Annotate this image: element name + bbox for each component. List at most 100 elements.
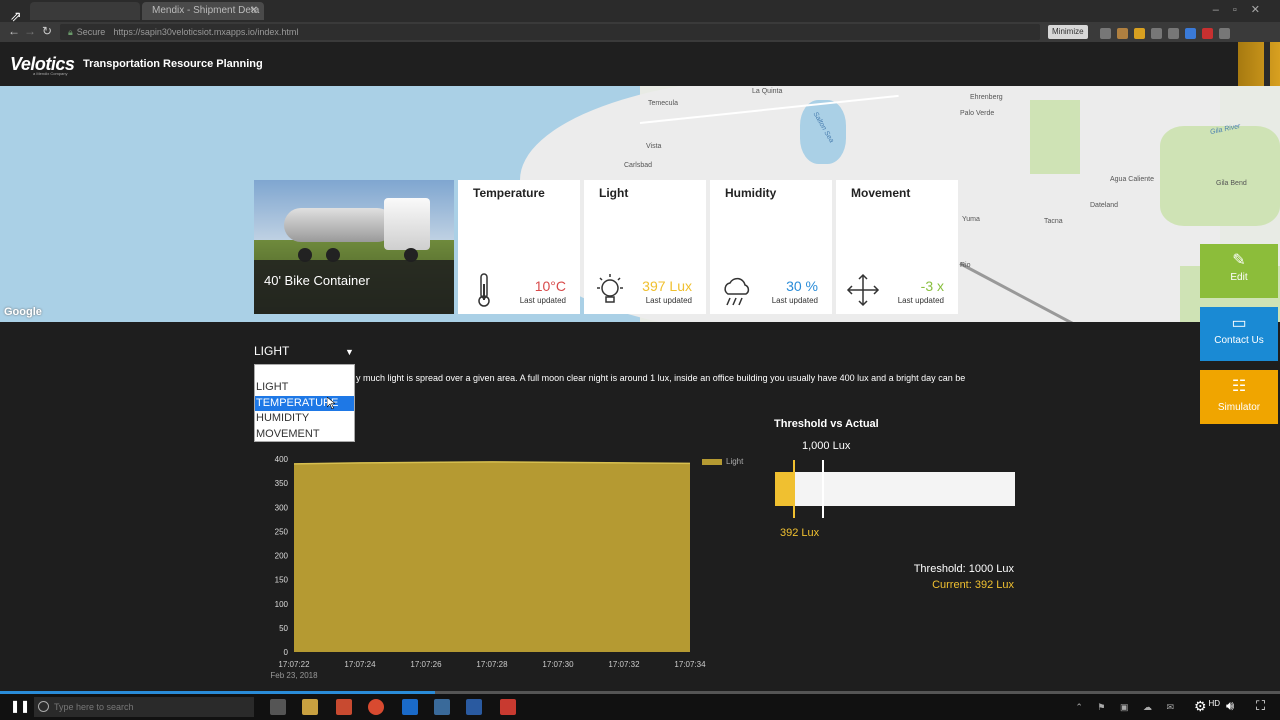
browser-tab-label: Mendix - Shipment Deta bbox=[152, 5, 260, 16]
sensor-card-temperature[interactable]: Temperature 10°C Last updated bbox=[458, 180, 580, 314]
shipment-image-card: 40' Bike Container bbox=[254, 180, 454, 314]
select-option-temperature[interactable]: TEMPERATURE bbox=[255, 395, 354, 411]
y-tick-label: 400 bbox=[275, 455, 289, 464]
hd-badge: HD bbox=[1208, 699, 1220, 708]
outlook-icon[interactable] bbox=[402, 699, 418, 715]
sensor-last-updated: Last updated bbox=[771, 296, 818, 305]
threshold-actual-fill bbox=[775, 472, 794, 506]
taskbar-search[interactable]: Type here to search bbox=[34, 697, 254, 717]
sensor-card-humidity[interactable]: Humidity 30 % Last updated bbox=[710, 180, 832, 314]
header-accent bbox=[1238, 42, 1280, 86]
back-icon[interactable]: ← bbox=[8, 24, 20, 38]
x-tick-label: 17:07:26 bbox=[410, 660, 442, 669]
extension-icon[interactable] bbox=[1151, 28, 1162, 39]
system-tray[interactable]: ⌃ ⚑ ▣ ☁ ✉ bbox=[1075, 702, 1180, 713]
chevron-down-icon[interactable]: ▼ bbox=[345, 347, 354, 357]
y-tick-label: 150 bbox=[275, 576, 289, 585]
extension-icons bbox=[1100, 26, 1236, 39]
truck-tank bbox=[284, 208, 394, 242]
sensor-value: -3 x bbox=[920, 278, 944, 294]
url-text: https://sapin30veloticsiot.mxapps.io/ind… bbox=[113, 27, 299, 37]
x-tick-label: 17:07:34 bbox=[674, 660, 706, 669]
screen: Mendix - Shipment Deta ✕ ‒▫✕ ⇗ ← → ↻ 🔒︎ S… bbox=[0, 0, 1280, 720]
truck-cab bbox=[384, 198, 430, 250]
map-label: La Quinta bbox=[752, 88, 783, 95]
threshold-marker bbox=[822, 460, 824, 518]
select-option-movement[interactable]: MOVEMENT bbox=[255, 427, 354, 443]
sensor-value: 10°C bbox=[534, 278, 566, 294]
app-icon[interactable] bbox=[500, 699, 516, 715]
sensor-value: 397 Lux bbox=[642, 278, 692, 294]
reload-icon[interactable]: ↻ bbox=[42, 24, 52, 38]
y-tick-label: 250 bbox=[275, 527, 289, 536]
actual-marker bbox=[792, 460, 795, 518]
legend-label: Light bbox=[726, 457, 744, 466]
edit-label: Edit bbox=[1230, 272, 1248, 283]
sensor-last-updated: Last updated bbox=[519, 296, 566, 305]
url-field[interactable]: 🔒︎ Secure https://sapin30veloticsiot.mxapp… bbox=[60, 24, 1040, 40]
minimize-button[interactable]: Minimize bbox=[1048, 25, 1088, 39]
light-chart: 0 50 100 150 200 250 300 350 400 17:07:22 17:07:24… bbox=[260, 450, 760, 685]
contact-us-button[interactable]: ▭ Contact Us bbox=[1200, 307, 1278, 361]
extension-icon[interactable] bbox=[1100, 28, 1111, 39]
edit-button[interactable]: ✎ Edit bbox=[1200, 244, 1278, 298]
select-option-humidity[interactable]: HUMIDITY bbox=[255, 411, 354, 427]
extension-icon[interactable] bbox=[1134, 28, 1145, 39]
logo-subtitle: a Mendix Company bbox=[33, 71, 68, 76]
sensor-value: 30 % bbox=[786, 278, 818, 294]
extension-icon[interactable] bbox=[1185, 28, 1196, 39]
settings-gear-icon[interactable]: ⚙ bbox=[1194, 698, 1207, 715]
x-tick-label: 17:07:28 bbox=[476, 660, 508, 669]
extension-icon[interactable] bbox=[1168, 28, 1179, 39]
volume-icon[interactable]: 🔊︎ bbox=[1226, 698, 1234, 714]
map-label: Ehrenberg bbox=[970, 94, 1003, 101]
browser-tab-strip: Mendix - Shipment Deta ✕ ‒▫✕ bbox=[0, 0, 1280, 22]
y-tick-label: 300 bbox=[275, 503, 289, 512]
threshold-current-label: 392 Lux bbox=[780, 527, 820, 539]
task-view-icon[interactable] bbox=[270, 699, 286, 715]
forward-icon[interactable]: → bbox=[24, 24, 36, 38]
app-icon[interactable] bbox=[466, 699, 482, 715]
x-date-label: Feb 23, 2018 bbox=[270, 671, 318, 680]
sensor-title: Humidity bbox=[725, 186, 777, 200]
map-label: Rio bbox=[960, 262, 971, 269]
map-label: Vista bbox=[646, 143, 662, 150]
simulator-button[interactable]: ☷ Simulator bbox=[1200, 370, 1278, 424]
sensor-last-updated: Last updated bbox=[645, 296, 692, 305]
fullscreen-icon[interactable]: ⛶ bbox=[1256, 698, 1265, 714]
y-tick-label: 350 bbox=[275, 479, 289, 488]
powerpoint-icon[interactable] bbox=[336, 699, 352, 715]
current-text: Current: 392 Lux bbox=[932, 579, 1014, 591]
window-controls[interactable]: ‒▫✕ bbox=[1213, 3, 1274, 16]
legend-swatch bbox=[702, 459, 722, 465]
x-tick-label: 17:07:32 bbox=[608, 660, 640, 669]
contact-us-label: Contact Us bbox=[1214, 335, 1264, 346]
chrome-icon[interactable] bbox=[368, 699, 384, 715]
shipment-name: 40' Bike Container bbox=[264, 273, 370, 288]
sensor-select[interactable]: LIGHT bbox=[254, 344, 356, 360]
sensor-card-light[interactable]: Light 397 Lux Last updated bbox=[584, 180, 706, 314]
browser-tab-active[interactable]: Mendix - Shipment Deta ✕ bbox=[142, 2, 264, 20]
select-option-light[interactable]: LIGHT bbox=[255, 380, 354, 396]
pause-icon[interactable]: ❚❚ bbox=[10, 699, 30, 713]
threshold-max-label: 1,000 Lux bbox=[802, 440, 851, 452]
app-icon[interactable] bbox=[434, 699, 450, 715]
extension-icon[interactable] bbox=[1202, 28, 1213, 39]
sensor-title: Light bbox=[599, 186, 629, 200]
thermometer-icon bbox=[468, 272, 500, 308]
threshold-track bbox=[775, 472, 1015, 506]
threshold-text: Threshold: 1000 Lux bbox=[913, 563, 1014, 575]
browser-tab-1[interactable] bbox=[30, 2, 140, 20]
lightbulb-icon bbox=[594, 272, 626, 308]
move-arrows-icon bbox=[846, 272, 880, 308]
map-label: Palo Verde bbox=[960, 110, 995, 117]
y-tick-label: 0 bbox=[284, 648, 289, 657]
close-tab-icon[interactable]: ✕ bbox=[250, 2, 258, 20]
extension-icon[interactable] bbox=[1117, 28, 1128, 39]
extension-icon[interactable] bbox=[1219, 28, 1230, 39]
map-label: Dateland bbox=[1090, 202, 1119, 209]
chat-icon: ▭ bbox=[1231, 315, 1247, 332]
file-explorer-icon[interactable] bbox=[302, 699, 318, 715]
sensor-card-movement[interactable]: Movement -3 x Last updated bbox=[836, 180, 958, 314]
taskbar: ❚❚ Type here to search ⌃ ⚑ ▣ ☁ ✉ HD ⚙ 🔊︎… bbox=[0, 694, 1280, 720]
